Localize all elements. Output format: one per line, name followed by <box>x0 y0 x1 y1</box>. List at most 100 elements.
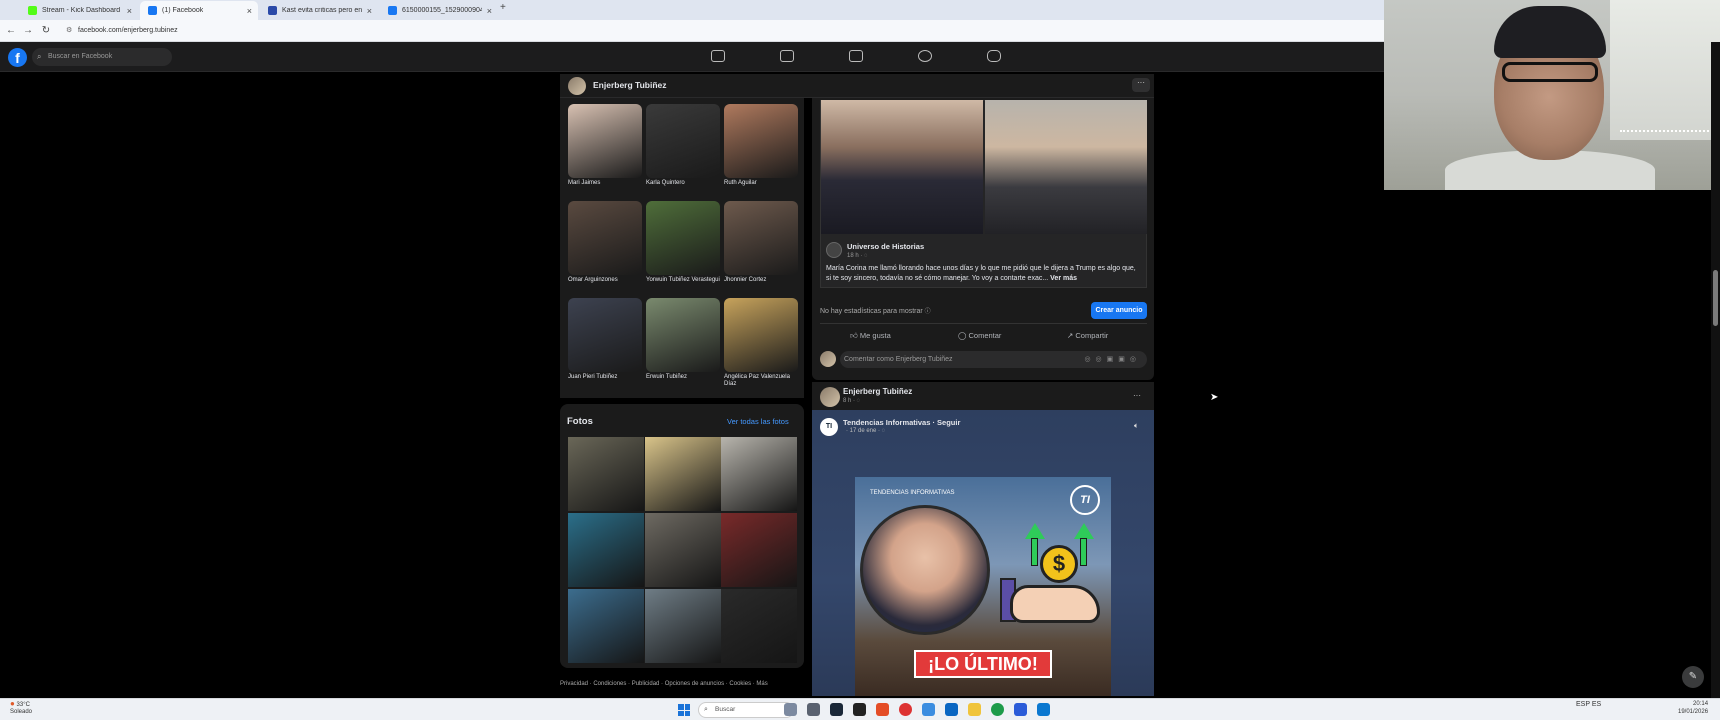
author-avatar[interactable] <box>820 387 840 407</box>
friend-item[interactable]: Mari Jaimes <box>568 104 642 187</box>
friend-name[interactable]: Jhonnier Cortez <box>724 277 798 284</box>
scrollbar-thumb[interactable] <box>1713 270 1718 326</box>
app-icon[interactable] <box>922 703 935 716</box>
friend-photo[interactable] <box>724 298 798 372</box>
widgets-icon[interactable] <box>784 703 797 716</box>
photo-tile[interactable] <box>721 513 797 587</box>
browser-tab[interactable]: (1) Facebook × <box>140 1 258 20</box>
friend-item[interactable]: Jhonnier Cortez <box>724 201 798 284</box>
browser-tab[interactable]: 6150000155_152900090496869... × <box>380 1 498 20</box>
app-icon[interactable] <box>853 703 866 716</box>
close-tab-icon[interactable]: × <box>247 6 252 16</box>
shared-page-name[interactable]: Universo de Historias <box>847 242 924 251</box>
groups-icon[interactable] <box>918 50 932 62</box>
facebook-search-input[interactable]: ⌕ Buscar en Facebook <box>32 48 172 66</box>
friend-name[interactable]: Karla Quintero <box>646 180 720 187</box>
photo-tile[interactable] <box>645 437 721 511</box>
photo-tile[interactable] <box>645 589 721 663</box>
friend-name[interactable]: Erwuin Tubiñez <box>646 374 720 381</box>
photo-tile[interactable] <box>568 513 644 587</box>
comment-button[interactable]: ◯ Comentar <box>958 331 1001 340</box>
page-logo[interactable]: TI <box>820 418 838 436</box>
author-name[interactable]: Enjerberg Tubiñez <box>843 387 912 396</box>
profile-avatar[interactable] <box>568 77 586 95</box>
post-image-right[interactable] <box>985 100 1147 234</box>
friend-item[interactable]: Juan Pieri Tubiñez <box>568 298 642 381</box>
see-more-link[interactable]: Ver más <box>1050 275 1077 282</box>
forward-icon[interactable]: → <box>22 25 34 36</box>
marketplace-icon[interactable] <box>849 50 863 62</box>
facebook-logo[interactable]: f <box>8 48 27 67</box>
browser-tab[interactable]: Stream - Kick Dashboard × <box>20 1 138 20</box>
back-icon[interactable]: ← <box>5 25 17 36</box>
friend-photo[interactable] <box>568 104 642 178</box>
close-tab-icon[interactable]: × <box>127 6 132 16</box>
photo-tile[interactable] <box>645 513 721 587</box>
friend-name[interactable]: Yorwuin Tubiñez Verastegui <box>646 277 720 284</box>
browser-tab[interactable]: Kast evita criticas pero enfati... × <box>260 1 378 20</box>
see-all-photos-link[interactable]: Ver todas las fotos <box>727 417 789 426</box>
footer-links[interactable]: Privacidad · Condiciones · Publicidad · … <box>560 681 810 687</box>
taskbar-clock[interactable]: 20:14 19/01/2026 <box>1678 700 1708 716</box>
video-page-name[interactable]: Tendencias Informativas · Seguir <box>843 418 960 427</box>
app-icon[interactable] <box>876 703 889 716</box>
gaming-icon[interactable] <box>987 50 1001 62</box>
url-field[interactable]: ⚙ facebook.com/enjerberg.tubinez <box>64 24 764 38</box>
friend-item[interactable]: Yorwuin Tubiñez Verastegui <box>646 201 720 284</box>
friend-name[interactable]: Ruth Aguilar <box>724 180 798 187</box>
friend-photo[interactable] <box>646 201 720 275</box>
share-button[interactable]: ↗ Compartir <box>1067 331 1108 340</box>
photo-tile[interactable] <box>721 589 797 663</box>
friend-item[interactable]: Erwuin Tubiñez <box>646 298 720 381</box>
post-image-left[interactable] <box>821 100 983 234</box>
task-view-icon[interactable] <box>807 703 820 716</box>
comment-tools-icons[interactable]: ◎◎▣▣◎ <box>1084 351 1141 368</box>
create-ad-button[interactable]: Crear anuncio <box>1091 302 1147 319</box>
new-message-button[interactable]: ✎ <box>1682 666 1704 688</box>
weather-widget[interactable]: ● 33°C Soleado <box>10 700 32 716</box>
home-icon[interactable] <box>711 50 725 62</box>
friend-name[interactable]: Angélica Paz Valenzuela Díaz <box>724 374 798 388</box>
like-button[interactable]: 👍︎ Me gusta <box>850 331 891 341</box>
chrome-icon[interactable] <box>991 703 1004 716</box>
friend-photo[interactable] <box>568 298 642 372</box>
file-explorer-icon[interactable] <box>968 703 981 716</box>
friend-photo[interactable] <box>724 201 798 275</box>
taskbar-search[interactable]: ⌕ Buscar <box>698 702 794 718</box>
photo-tile[interactable] <box>568 437 644 511</box>
profile-more-button[interactable]: ··· <box>1132 78 1150 92</box>
post-more-button[interactable]: ··· <box>1133 391 1141 400</box>
profile-name[interactable]: Enjerberg Tubiñez <box>593 80 667 90</box>
app-icon[interactable] <box>1014 703 1027 716</box>
page-avatar[interactable] <box>826 242 842 258</box>
app-icon[interactable] <box>1037 703 1050 716</box>
photo-tile[interactable] <box>568 589 644 663</box>
system-tray[interactable]: ESP ES <box>1576 701 1601 708</box>
close-tab-icon[interactable]: × <box>487 6 492 16</box>
app-icon[interactable] <box>945 703 958 716</box>
friend-item[interactable]: Ruth Aguilar <box>724 104 798 187</box>
app-icon[interactable] <box>899 703 912 716</box>
friend-name[interactable]: Juan Pieri Tubiñez <box>568 374 642 381</box>
site-info-icon[interactable]: ⚙ <box>66 24 72 38</box>
mute-icon[interactable]: 🔈︎ <box>1134 421 1139 431</box>
friend-photo[interactable] <box>646 298 720 372</box>
friend-item[interactable]: Omar Arguinzones <box>568 201 642 284</box>
scrollbar-track[interactable] <box>1711 42 1720 698</box>
friend-item[interactable]: Angélica Paz Valenzuela Díaz <box>724 298 798 388</box>
new-tab-button[interactable]: + <box>500 2 506 13</box>
video-icon[interactable] <box>780 50 794 62</box>
friend-photo[interactable] <box>568 201 642 275</box>
windows-start-icon[interactable] <box>678 704 690 716</box>
info-icon[interactable]: ⓘ <box>925 309 931 315</box>
photo-tile[interactable] <box>721 437 797 511</box>
close-tab-icon[interactable]: × <box>367 6 372 16</box>
reload-icon[interactable]: ↻ <box>40 25 52 36</box>
friend-item[interactable]: Karla Quintero <box>646 104 720 187</box>
friend-name[interactable]: Mari Jaimes <box>568 180 642 187</box>
steam-icon[interactable] <box>830 703 843 716</box>
friend-photo[interactable] <box>724 104 798 178</box>
friend-name[interactable]: Omar Arguinzones <box>568 277 642 284</box>
comment-input[interactable]: Comentar como Enjerberg Tubiñez ◎◎▣▣◎ <box>840 351 1147 368</box>
friend-photo[interactable] <box>646 104 720 178</box>
